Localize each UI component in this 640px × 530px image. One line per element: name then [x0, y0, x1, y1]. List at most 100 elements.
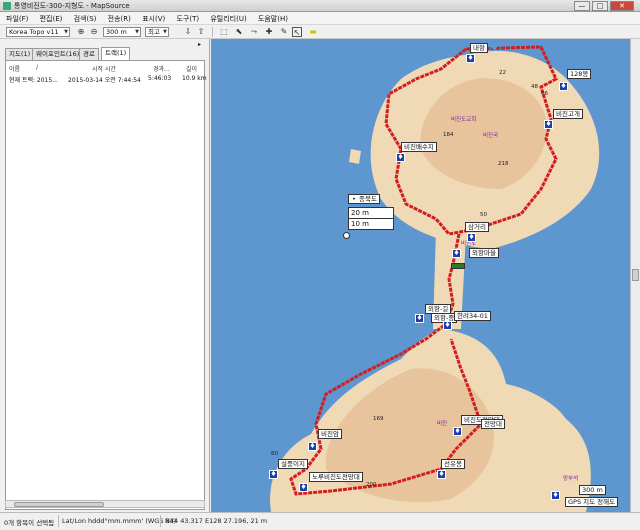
waypoint-label-oehangmaeul[interactable]: 외항마을	[469, 248, 499, 258]
hiker-waypoint-icon[interactable]: ♦	[467, 233, 476, 242]
column-sort[interactable]: /	[36, 64, 38, 71]
zoom-select[interactable]: 300 m ▼	[103, 27, 141, 37]
menu-utilities[interactable]: 유틸리티(U)	[204, 12, 249, 24]
tab-waypoints[interactable]: 웨이포인트(16)	[32, 48, 84, 60]
hiker-waypoint-icon[interactable]: ♦	[269, 470, 278, 479]
zoom-out-icon[interactable]: ⊖	[89, 27, 99, 37]
map-source-label: GPS 지도 정해도	[565, 497, 619, 507]
elevation-label: 22	[499, 70, 506, 76]
hiker-waypoint-icon[interactable]: ♦	[308, 442, 317, 451]
hiker-waypoint-icon[interactable]: ♦	[396, 153, 405, 162]
toolbar-divider	[212, 27, 213, 37]
elevation-label: 66	[541, 91, 548, 97]
zoom-value: 300 m	[106, 28, 127, 36]
menu-bar: 파일(F) 편집(E) 검색(S) 전송(R) 표시(V) 도구(T) 유틸리티…	[0, 12, 640, 25]
tab-tracks[interactable]: 트랙(1)	[101, 47, 131, 60]
measure-tool-icon[interactable]: ▬	[308, 27, 318, 37]
islet-label-jungbukdo[interactable]: • 종북도	[348, 194, 380, 204]
select-tool-icon[interactable]: ⬉	[234, 27, 244, 37]
waypoint-label-nobuk[interactable]: 노루비진도전망대	[309, 472, 363, 482]
islet-marker-icon[interactable]	[343, 232, 350, 239]
hiker-waypoint-icon[interactable]: ♦	[551, 491, 560, 500]
menu-view[interactable]: 표시(V)	[136, 12, 168, 24]
hiker-waypoint-icon[interactable]: ♦	[544, 120, 553, 129]
tab-maps[interactable]: 지도(1)	[5, 48, 35, 60]
waypoint-label-bijinam[interactable]: 비진암	[318, 429, 342, 439]
depth-label-box: 20 m 10 m	[348, 207, 394, 230]
hiker-waypoint-icon[interactable]: ♦	[466, 54, 475, 63]
waypoint-label-bijingogae[interactable]: 비진고개	[553, 109, 583, 119]
depth-label-20: 20 m	[349, 208, 393, 219]
hiker-waypoint-icon[interactable]: ♦	[452, 249, 461, 258]
maximize-button[interactable]: □	[592, 1, 608, 11]
waypoint-label-naehang[interactable]: 내항	[470, 43, 488, 53]
toolbar: Korea Topo v11 ▼ ⊕ ⊖ 300 m ▼ 최고 ▼ ⇩ ⇧ ⬚ ⬉ ⤳…	[0, 25, 640, 39]
column-name[interactable]: 이름	[9, 64, 20, 73]
hiker-waypoint-icon[interactable]: ♦	[299, 483, 308, 492]
poi-label: 비진국	[483, 133, 499, 139]
close-button[interactable]: ✕	[610, 1, 634, 11]
menu-search[interactable]: 검색(S)	[68, 12, 100, 24]
waypoint-label-seolpungi[interactable]: 설풍이지	[278, 459, 308, 469]
horizontal-scrollbar[interactable]	[5, 500, 205, 508]
track-elapsed-cell: 5:46:03	[148, 75, 172, 82]
zoom-in-icon[interactable]: ⊕	[76, 27, 86, 37]
menu-transfer[interactable]: 전송(R)	[102, 12, 134, 24]
ferry-dock-icon	[451, 263, 465, 269]
hiker-waypoint-icon[interactable]: ♦	[443, 321, 452, 330]
detail-value: 최고	[148, 28, 160, 36]
route-tool-icon[interactable]: ⤳	[249, 27, 259, 37]
panel-scroll-arrow-icon[interactable]: ▸	[198, 41, 201, 48]
menu-file[interactable]: 파일(F)	[0, 12, 31, 24]
elevation-label: 169	[373, 416, 384, 422]
track-tool-icon[interactable]: ✎	[279, 27, 289, 37]
hiker-waypoint-icon[interactable]: ♦	[415, 314, 424, 323]
detail-select[interactable]: 최고 ▼	[145, 27, 169, 37]
chevron-down-icon: ▼	[163, 29, 167, 35]
pointer-tool-icon[interactable]: ↖	[292, 27, 302, 37]
elevation-label: 48	[531, 84, 538, 90]
elevation-label: 218	[498, 161, 509, 167]
track-start-cell: 2015-03-14 오전 7:44:54	[68, 77, 141, 84]
waypoint-label-samgeori[interactable]: 삼거리	[465, 222, 489, 232]
column-length[interactable]: 길이	[186, 64, 197, 73]
route-label-highway[interactable]: 한려34-01	[454, 311, 491, 321]
title-bar: 통영비진도-300-지형도 - MapSource — □ ✕	[0, 0, 640, 12]
receive-device-icon[interactable]: ⇩	[183, 27, 193, 37]
depth-label-10: 10 m	[351, 220, 369, 228]
hiker-waypoint-icon[interactable]: ♦	[559, 82, 568, 91]
left-panel: 지도(1) 웨이포인트(16) 경로 트랙(1) ▸ 이름 / 시작 시간 경과…	[0, 39, 210, 512]
scrollbar-thumb[interactable]	[632, 269, 639, 281]
waypoint-label-jeonmangdae2[interactable]: 전망대	[481, 419, 505, 429]
menu-help[interactable]: 도움말(H)	[252, 12, 291, 24]
scrollbar-thumb[interactable]	[14, 502, 104, 507]
map-product-select[interactable]: Korea Topo v11 ▼	[6, 27, 70, 37]
send-device-icon[interactable]: ⇧	[196, 27, 206, 37]
point-marker-icon: •	[352, 195, 356, 203]
waypoint-label-baesuji[interactable]: 비진배수지	[401, 142, 437, 152]
map-view[interactable]: 내항 ♦ 128봉 ♦ 비진고개 ♦ 비진배수지 ♦ 비진도교회 비진국 비진도…	[211, 39, 630, 512]
poi-label: 비진도교회	[451, 117, 477, 123]
poi-label: 비진	[437, 421, 448, 427]
hiker-waypoint-icon[interactable]: ♦	[453, 427, 462, 436]
tab-routes[interactable]: 경로	[79, 48, 99, 60]
hiker-waypoint-icon[interactable]: ♦	[437, 470, 446, 479]
elevation-label: 184	[443, 132, 454, 138]
minimize-button[interactable]: —	[574, 1, 590, 11]
poi-label: 망부석	[563, 476, 579, 482]
track-list[interactable]: 이름 / 시작 시간 경과... 길이 현재 트랙: 2015... 2015-…	[5, 60, 207, 510]
waypoint-label-128[interactable]: 128봉	[567, 69, 592, 79]
map-tool-icon[interactable]: ⬚	[219, 27, 229, 37]
selection-status: 0개 항목이 선택됨	[4, 519, 55, 527]
waypoint-label-seonyudae[interactable]: 선유봉	[441, 459, 465, 469]
menu-tools[interactable]: 도구(T)	[170, 12, 202, 24]
map-scale-bar: 300 m	[579, 485, 606, 495]
column-start-time[interactable]: 시작 시간	[92, 64, 116, 73]
waypoint-tool-icon[interactable]: ✚	[264, 27, 274, 37]
status-divider	[58, 515, 59, 527]
rock-islet	[349, 149, 361, 164]
menu-edit[interactable]: 편집(E)	[34, 12, 66, 24]
column-elapsed[interactable]: 경과...	[153, 64, 170, 73]
vertical-scrollbar[interactable]	[630, 39, 640, 512]
status-divider	[160, 515, 161, 527]
